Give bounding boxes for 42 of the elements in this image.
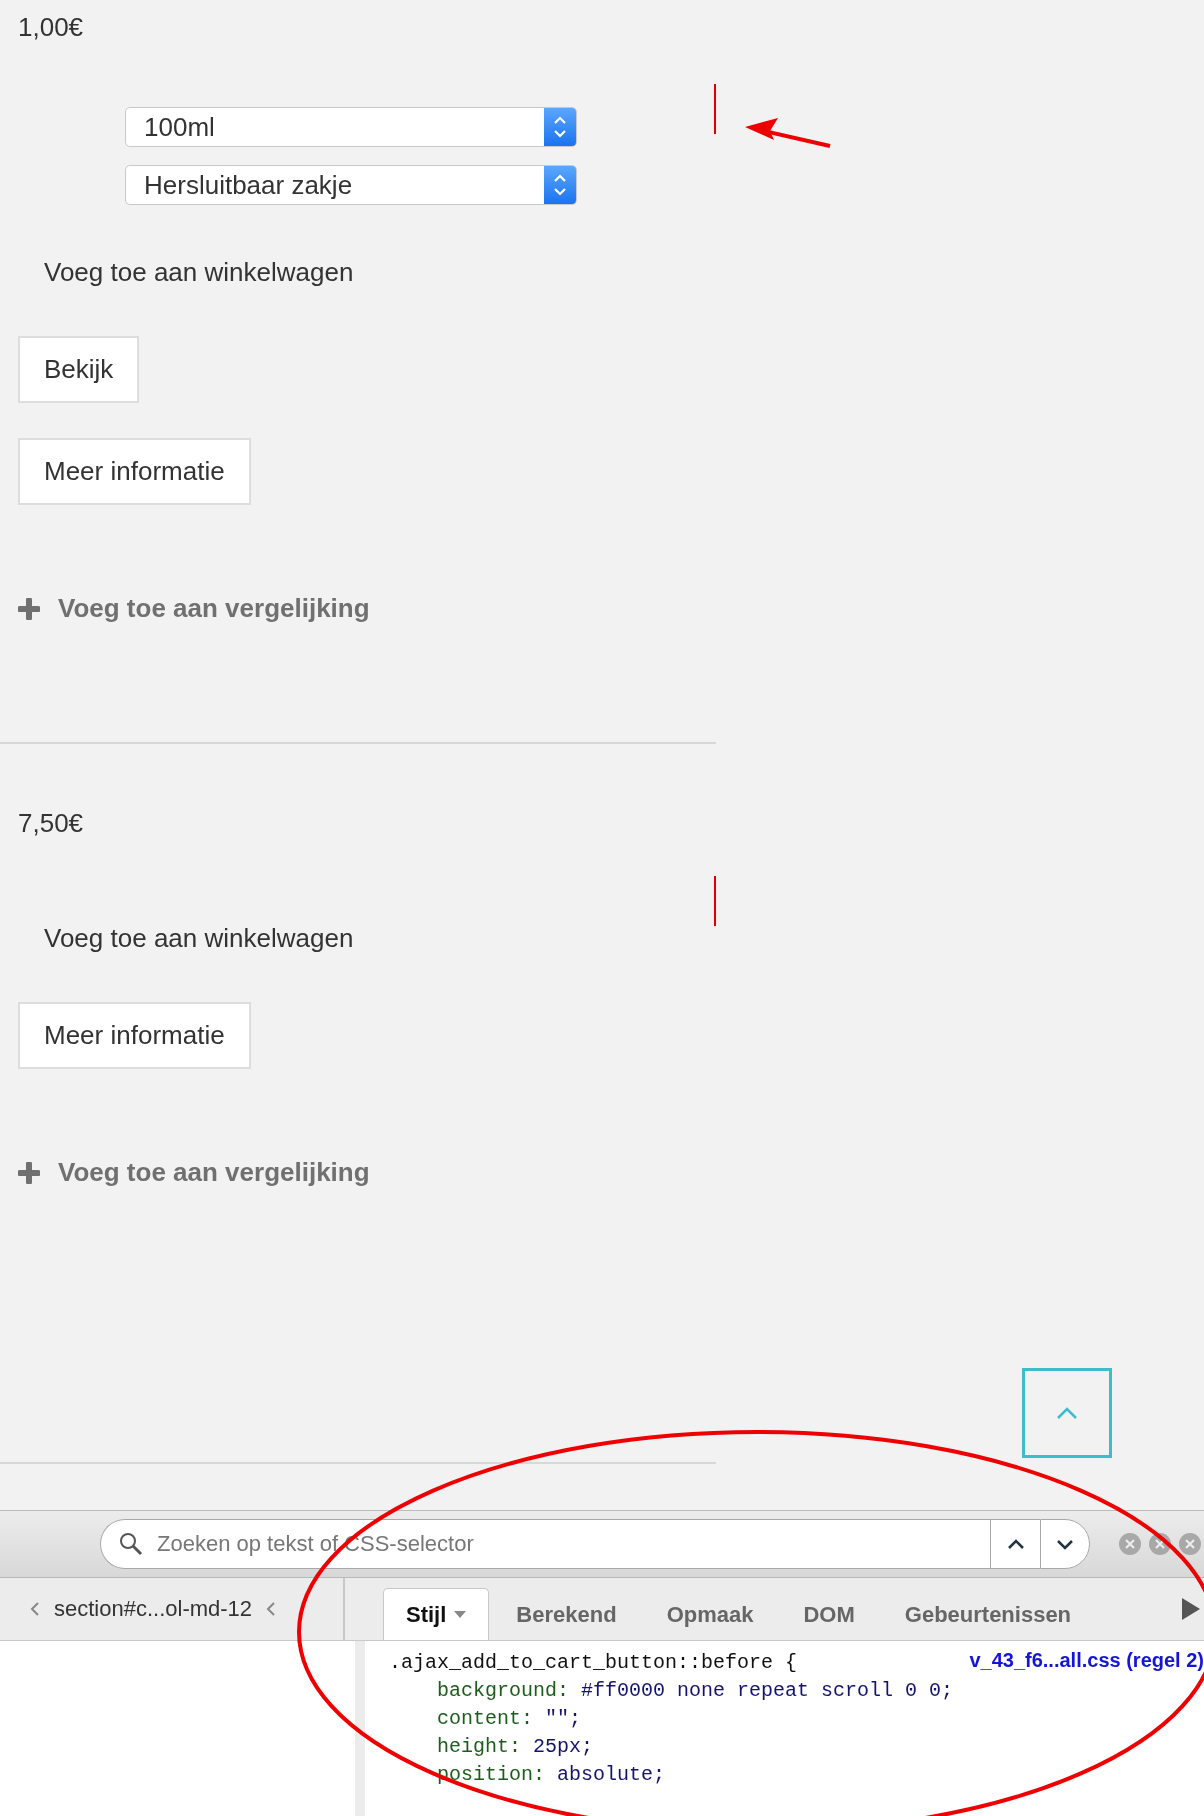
breadcrumb-item[interactable]: section#c...ol-md-12 xyxy=(54,1596,253,1622)
add-to-cart-link[interactable]: Voeg toe aan winkelwagen xyxy=(44,923,354,954)
css-selector: .ajax_add_to_cart_button::before { xyxy=(389,1650,798,1676)
css-declaration: background: #ff0000 none repeat scroll 0 0; xyxy=(436,1678,954,1704)
add-to-cart-link[interactable]: Voeg toe aan winkelwagen xyxy=(44,257,354,288)
window-control-icon xyxy=(1118,1532,1142,1556)
option-select[interactable]: Hersluitbaar zakje xyxy=(125,165,577,205)
product-button[interactable]: Meer informatie xyxy=(18,1002,251,1069)
chevron-left-icon xyxy=(30,1601,40,1617)
window-control-icon xyxy=(1148,1532,1172,1556)
panel-tab[interactable]: Stijl xyxy=(383,1588,490,1640)
stepper-icon xyxy=(553,172,567,198)
css-declaration: height: 25px; xyxy=(436,1734,594,1760)
price: 7,50€ xyxy=(18,808,84,839)
product-button[interactable]: Bekijk xyxy=(18,336,140,403)
dropdown-caret-icon xyxy=(454,1610,467,1619)
play-icon xyxy=(1182,1598,1200,1620)
search-field[interactable]: Zoeken op tekst of CSS-selector xyxy=(100,1519,990,1569)
chevron-left-icon xyxy=(266,1601,277,1617)
compare-link[interactable]: Voeg toe aan vergelijking xyxy=(58,1157,370,1188)
panel-tab[interactable]: Gebeurtenissen xyxy=(881,1588,1095,1640)
chevron-up-icon xyxy=(1056,1406,1078,1420)
window-control-icon xyxy=(1178,1532,1202,1556)
panel-tab[interactable]: Opmaak xyxy=(643,1588,777,1640)
panel-tab[interactable]: DOM xyxy=(780,1588,878,1640)
plus-icon xyxy=(18,1161,40,1184)
price: 1,00€ xyxy=(18,12,84,43)
plus-icon xyxy=(18,597,40,620)
compare-link[interactable]: Voeg toe aan vergelijking xyxy=(58,593,370,624)
product-button[interactable]: Meer informatie xyxy=(18,438,251,505)
panel-tab[interactable]: Berekend xyxy=(493,1588,640,1640)
option-select[interactable]: 100ml xyxy=(125,107,577,147)
back-to-top-button[interactable] xyxy=(1022,1368,1112,1458)
stepper-icon xyxy=(553,114,567,140)
chevron-down-icon xyxy=(1056,1538,1074,1550)
source-link[interactable]: v_43_f6...all.css (regel 2) xyxy=(969,1649,1204,1677)
css-declaration: content: ""; xyxy=(436,1706,582,1732)
css-declaration: position: absolute; xyxy=(436,1762,666,1788)
previous-button[interactable] xyxy=(990,1519,1040,1569)
next-button[interactable] xyxy=(1040,1519,1090,1569)
chevron-up-icon xyxy=(1006,1538,1025,1550)
pane-splitter[interactable] xyxy=(355,1641,365,1816)
